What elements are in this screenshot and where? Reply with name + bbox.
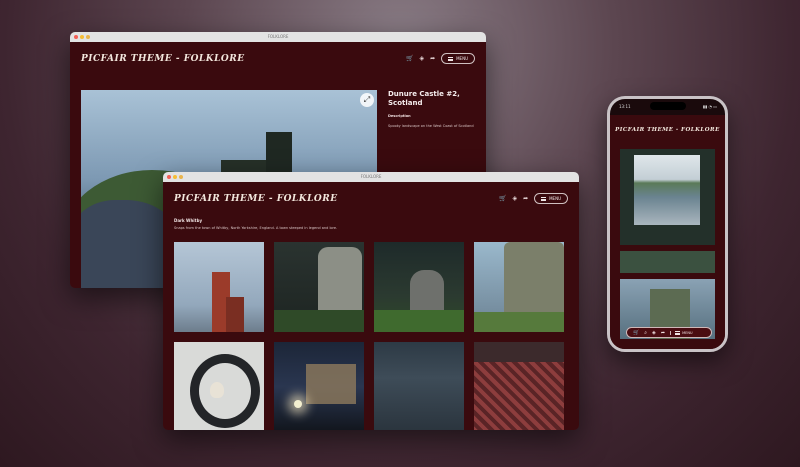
- tile-shape: [306, 364, 356, 404]
- photo-tile[interactable]: [620, 149, 715, 245]
- phone-frame: 13:11 ▮▮ ◔ ▭ PICFAIR THEME - FOLKLORE 🛒 …: [607, 96, 728, 352]
- cart-icon[interactable]: 🛒: [499, 195, 506, 202]
- maximize-window-dot[interactable]: [86, 35, 90, 39]
- tile-shape: [634, 155, 700, 225]
- minimize-window-dot[interactable]: [80, 35, 84, 39]
- header-actions: 🛒 ◈ ➦ MENU: [406, 53, 475, 64]
- site-logo[interactable]: PICFAIR THEME - FOLKLORE: [174, 194, 338, 204]
- maximize-window-dot[interactable]: [179, 175, 183, 179]
- titlebar: FOLKLORE: [70, 32, 486, 42]
- window-controls: [74, 35, 90, 39]
- window-controls: [167, 175, 183, 179]
- phone-app: PICFAIR THEME - FOLKLORE 🛒 ⌕ ◈ ➦ MENU: [610, 115, 725, 349]
- menu-label: MENU: [549, 196, 561, 201]
- bottom-action-bar: 🛒 ⌕ ◈ ➦ MENU: [626, 327, 712, 338]
- cart-icon[interactable]: 🛒: [633, 330, 639, 336]
- front-browser-window: FOLKLORE PICFAIR THEME - FOLKLORE 🛒 ◈ ➦ …: [163, 172, 579, 430]
- close-window-dot[interactable]: [74, 35, 78, 39]
- fullscreen-icon[interactable]: ⤢: [360, 93, 374, 107]
- hamburger-icon: [541, 196, 547, 201]
- share-icon[interactable]: ➦: [523, 195, 528, 202]
- hamburger-icon: [675, 330, 681, 335]
- menu-label: MENU: [682, 330, 693, 335]
- photo-tile[interactable]: [174, 242, 264, 332]
- share-icon[interactable]: ➦: [430, 55, 435, 62]
- tile-shape: [374, 310, 464, 332]
- tag-icon[interactable]: ◈: [419, 55, 424, 62]
- search-icon[interactable]: ⌕: [644, 330, 647, 336]
- menu-button[interactable]: MENU: [670, 330, 693, 335]
- tile-shape: [294, 400, 302, 408]
- cart-icon[interactable]: 🛒: [406, 55, 413, 62]
- window-title: FOLKLORE: [267, 34, 289, 39]
- description-heading: Description: [388, 114, 411, 118]
- site-logo[interactable]: PICFAIR THEME - FOLKLORE: [81, 54, 245, 64]
- photo-tile[interactable]: [474, 242, 564, 332]
- tile-shape: [318, 247, 362, 317]
- share-icon[interactable]: ➦: [661, 330, 665, 336]
- header-actions: 🛒 ◈ ➦ MENU: [499, 193, 568, 204]
- tile-shape: [474, 362, 564, 430]
- menu-label: MENU: [456, 56, 468, 61]
- window-title: FOLKLORE: [360, 174, 382, 179]
- description-text: Spooky landscape on the West Coast of Sc…: [388, 124, 474, 128]
- photo-tile[interactable]: [274, 342, 364, 430]
- tile-shape: [274, 310, 364, 332]
- tag-icon[interactable]: ◈: [652, 330, 656, 336]
- photo-tile[interactable]: [374, 342, 464, 430]
- photo-tile[interactable]: [174, 342, 264, 430]
- tile-shape: [504, 242, 564, 322]
- tile-shape: [190, 354, 260, 428]
- menu-button[interactable]: MENU: [534, 193, 568, 204]
- status-time: 13:11: [619, 104, 631, 109]
- album-subtitle: Snaps from the town of Whitby, North Yor…: [174, 226, 338, 230]
- phone-notch: [650, 102, 686, 110]
- minimize-window-dot[interactable]: [173, 175, 177, 179]
- close-window-dot[interactable]: [167, 175, 171, 179]
- tile-shape: [226, 297, 244, 332]
- photo-tile[interactable]: [274, 242, 364, 332]
- app-body: PICFAIR THEME - FOLKLORE 🛒 ◈ ➦ MENU Dark…: [163, 182, 579, 430]
- hamburger-icon: [448, 56, 454, 61]
- photo-tile[interactable]: [474, 342, 564, 430]
- tile-shape: [474, 312, 564, 332]
- site-logo[interactable]: PICFAIR THEME - FOLKLORE: [610, 127, 725, 133]
- menu-button[interactable]: MENU: [441, 53, 475, 64]
- photo-tile[interactable]: [374, 242, 464, 332]
- photo-tile[interactable]: [620, 251, 715, 273]
- titlebar: FOLKLORE: [163, 172, 579, 182]
- status-indicators: ▮▮ ◔ ▭: [702, 104, 717, 109]
- tag-icon[interactable]: ◈: [512, 195, 517, 202]
- photo-grid: [174, 242, 564, 430]
- album-title: Dark Whitby: [174, 218, 203, 223]
- tile-shape: [210, 382, 224, 398]
- image-title: Dunure Castle #2, Scotland: [388, 90, 460, 107]
